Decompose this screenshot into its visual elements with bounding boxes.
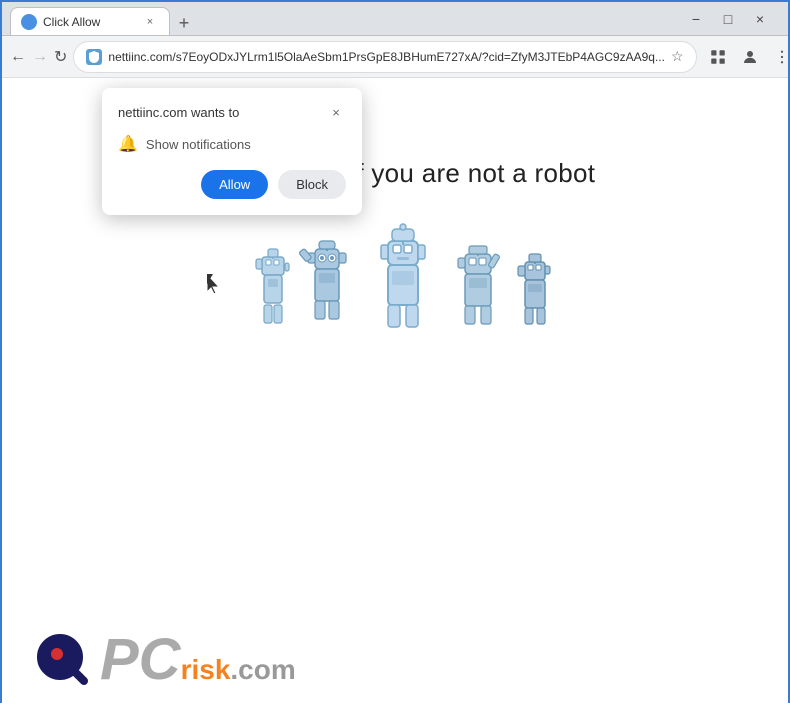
logo-risk-text: risk xyxy=(181,656,231,684)
logo-text-group: PC risk .com xyxy=(100,628,296,689)
navbar: ← → ↻ nettiinc.com/s7EoyODxJYLrm1l5OlaAe… xyxy=(2,36,788,78)
url-text: nettiinc.com/s7EoyODxJYLrm1l5OlaAeSbm1Pr… xyxy=(108,50,665,64)
menu-button[interactable] xyxy=(767,42,790,72)
new-tab-button[interactable]: + xyxy=(170,11,198,35)
notification-popup: nettiinc.com wants to × 🔔 Show notificat… xyxy=(102,88,362,215)
profile-button[interactable] xyxy=(735,42,765,72)
page-footer: PC risk .com xyxy=(32,628,296,689)
robots-illustration xyxy=(230,219,560,369)
toolbar-icons xyxy=(703,42,790,72)
tab-close-button[interactable]: × xyxy=(141,13,159,31)
close-button[interactable]: × xyxy=(746,8,774,30)
maximize-button[interactable]: □ xyxy=(714,8,742,30)
pcrisk-logo: PC risk .com xyxy=(32,628,296,689)
titlebar: Click Allow × + − □ × xyxy=(2,2,788,36)
refresh-button[interactable]: ↻ xyxy=(54,42,67,72)
logo-com-text: .com xyxy=(230,656,295,684)
forward-button[interactable]: → xyxy=(32,42,48,72)
allow-button[interactable]: Allow xyxy=(201,170,268,199)
popup-notification-row: 🔔 Show notifications xyxy=(118,134,346,154)
tab-strip: Click Allow × + xyxy=(10,2,678,35)
tab-favicon xyxy=(21,14,37,30)
block-button[interactable]: Block xyxy=(278,170,346,199)
extensions-button[interactable] xyxy=(703,42,733,72)
logo-pc-text: PC xyxy=(100,631,181,689)
site-security-icon xyxy=(86,49,102,65)
back-button[interactable]: ← xyxy=(10,42,26,72)
bookmark-icon[interactable]: ☆ xyxy=(671,48,684,65)
popup-title: nettiinc.com wants to xyxy=(118,105,239,120)
tab-title: Click Allow xyxy=(43,15,135,29)
active-tab[interactable]: Click Allow × xyxy=(10,7,170,35)
bell-icon: 🔔 xyxy=(118,134,138,154)
popup-header: nettiinc.com wants to × xyxy=(118,102,346,122)
browser-content: nettiinc.com wants to × 🔔 Show notificat… xyxy=(2,78,788,705)
minimize-button[interactable]: − xyxy=(682,8,710,30)
logo-magnifier xyxy=(32,629,92,689)
popup-buttons: Allow Block xyxy=(118,170,346,199)
popup-close-button[interactable]: × xyxy=(326,102,346,122)
notification-text: Show notifications xyxy=(146,137,251,152)
address-bar[interactable]: nettiinc.com/s7EoyODxJYLrm1l5OlaAeSbm1Pr… xyxy=(73,41,696,73)
window-controls: − □ × xyxy=(682,8,774,30)
